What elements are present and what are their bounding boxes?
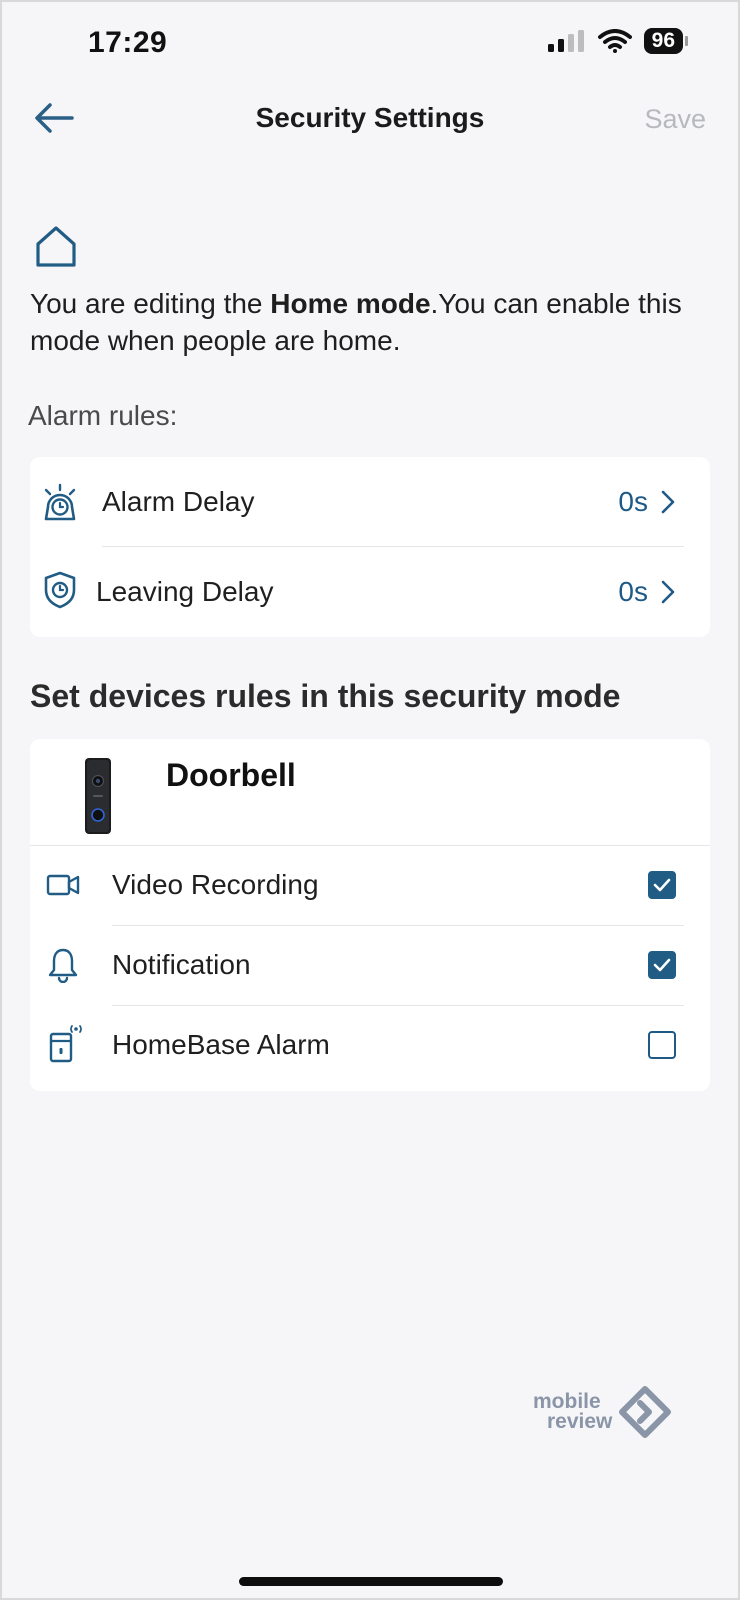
notification-label: Notification	[112, 949, 251, 980]
status-icons: 96	[547, 28, 688, 54]
video-recording-checkbox[interactable]	[648, 871, 676, 899]
chevron-right-icon	[661, 580, 675, 604]
shield-clock-icon	[44, 571, 76, 609]
wifi-icon	[597, 29, 632, 53]
watermark-line1: mobile	[533, 1390, 601, 1413]
checkmark-icon	[653, 958, 671, 972]
bell-icon	[48, 948, 78, 983]
home-icon	[36, 226, 76, 267]
notification-checkbox[interactable]	[648, 951, 676, 979]
watermark-logo-icon	[619, 1386, 671, 1438]
checkmark-icon	[653, 878, 671, 892]
battery-indicator: 96	[643, 28, 688, 54]
video-camera-icon	[46, 874, 80, 896]
mode-description: You are editing the Home mode.You can en…	[30, 285, 720, 359]
battery-tip	[685, 36, 688, 46]
alarm-delay-row[interactable]: Alarm Delay 0s	[30, 457, 710, 547]
home-indicator[interactable]	[239, 1577, 503, 1586]
intro-prefix: You are editing the	[30, 288, 271, 319]
leaving-delay-value: 0s	[618, 576, 648, 607]
mobile-review-watermark: mobile review	[533, 1386, 673, 1446]
homebase-alarm-label: HomeBase Alarm	[112, 1029, 330, 1060]
device-name: Doorbell	[166, 757, 296, 793]
doorbell-device-image	[85, 758, 111, 834]
homebase-alarm-row[interactable]: HomeBase Alarm	[30, 1005, 710, 1085]
alarm-delay-value: 0s	[618, 486, 648, 517]
alarm-delay-label: Alarm Delay	[102, 486, 255, 517]
video-recording-label: Video Recording	[112, 869, 319, 900]
homebase-alarm-checkbox[interactable]	[648, 1031, 676, 1059]
cellular-signal-icon	[547, 30, 584, 52]
leaving-delay-label: Leaving Delay	[96, 576, 274, 607]
devices-rules-heading: Set devices rules in this security mode	[30, 678, 621, 714]
page-title: Security Settings	[255, 102, 485, 133]
doorbell-rules-card: Doorbell Video Recording Notification Ho…	[30, 739, 710, 1091]
status-time: 17:29	[88, 26, 168, 59]
intro-mode-name: Home mode	[270, 288, 431, 319]
notification-row[interactable]: Notification	[30, 925, 710, 1005]
chevron-right-icon	[661, 490, 675, 514]
alarm-clock-icon	[44, 483, 76, 521]
watermark-line2: review	[547, 1410, 613, 1433]
video-recording-row[interactable]: Video Recording	[30, 845, 710, 925]
leaving-delay-row[interactable]: Leaving Delay 0s	[30, 547, 710, 637]
battery-level: 96	[643, 28, 683, 54]
alarm-rules-label: Alarm rules:	[28, 400, 178, 431]
save-button[interactable]: Save	[644, 104, 706, 135]
alarm-rules-card: Alarm Delay 0s Leaving Delay 0s	[30, 457, 710, 637]
homebase-alarm-icon	[49, 1025, 82, 1063]
